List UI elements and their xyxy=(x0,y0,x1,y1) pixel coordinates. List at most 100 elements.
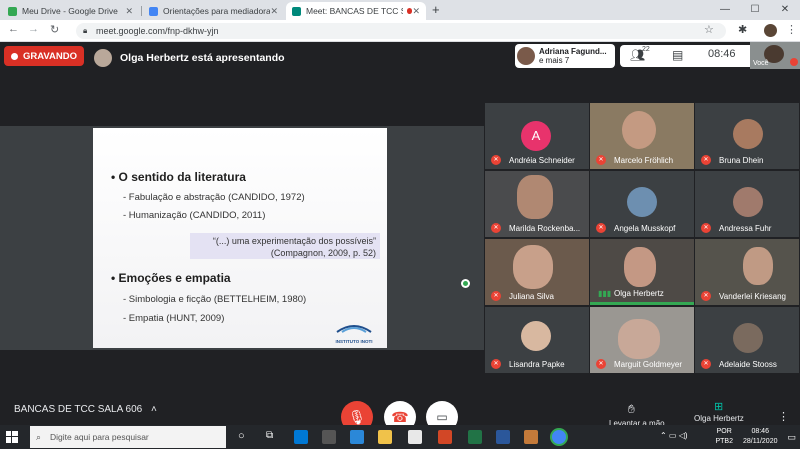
system-tray-icons[interactable]: ⌃ ▭ ◁) xyxy=(660,431,688,440)
close-icon[interactable]: ✕ xyxy=(125,6,133,17)
address-bar-row: ← → ↻ 🔒︎ meet.google.com/fnp-dkhw-yjn ☆ … xyxy=(0,20,800,42)
raise-hand-button[interactable]: ✋︎ xyxy=(628,402,635,417)
tab-meet[interactable]: Meet: BANCAS DE TCC SALA ✕ xyxy=(286,2,426,20)
participant-avatar xyxy=(733,187,763,217)
notifications-icon[interactable]: ▭ xyxy=(787,427,796,447)
windows-taskbar: ⌕ Digite aqui para pesquisar ○ ⧉ ⌃ ▭ ◁) … xyxy=(0,425,800,449)
phone-icon: ☎︎ xyxy=(391,409,409,425)
mail-icon[interactable] xyxy=(350,430,364,444)
participant-video xyxy=(743,247,773,285)
participant-tile[interactable]: ✕ Juliana Silva xyxy=(485,239,589,305)
participant-tile[interactable]: ✕ Marilda Rockenba... xyxy=(485,171,589,237)
url-input[interactable]: 🔒︎ meet.google.com/fnp-dkhw-yjn xyxy=(76,23,726,39)
presenting-label: Olga Herbertz xyxy=(694,414,744,423)
present-now-icon[interactable]: ⊞ xyxy=(714,400,723,413)
mic-off-icon: ✕ xyxy=(701,155,711,165)
mic-off-icon: ✕ xyxy=(701,291,711,301)
tab-title: Meet: BANCAS DE TCC SALA xyxy=(306,6,403,16)
back-icon[interactable]: ← xyxy=(8,23,19,35)
window-controls: — ☐ ✕ xyxy=(710,0,800,20)
meeting-title[interactable]: BANCAS DE TCC SALA 606 ˄ xyxy=(14,404,157,415)
excel-icon[interactable] xyxy=(468,430,482,444)
word-icon[interactable] xyxy=(496,430,510,444)
camera-app-icon[interactable] xyxy=(322,430,336,444)
participant-name: Marcelo Fröhlich xyxy=(614,156,674,165)
minimize-icon[interactable]: — xyxy=(710,0,740,20)
profile-avatar[interactable] xyxy=(764,24,777,37)
participant-tile[interactable]: ✕ Lisandra Papke xyxy=(485,307,589,373)
close-icon[interactable]: ✕ xyxy=(270,6,278,17)
task-view-icon[interactable]: ⧉ xyxy=(266,430,273,441)
notice-name: Adriana Fagund... xyxy=(539,47,607,56)
extensions-icon[interactable]: ✱ xyxy=(738,23,747,36)
join-notice[interactable]: Adriana Fagund... e mais 7 xyxy=(515,44,615,68)
participant-tile[interactable]: ✕ Adelaide Stooss xyxy=(695,307,799,373)
participant-name: Bruna Dhein xyxy=(719,156,764,165)
camera-icon: ▭ xyxy=(436,410,448,424)
mic-off-icon: ✕ xyxy=(491,155,501,165)
maximize-icon[interactable]: ☐ xyxy=(740,0,770,20)
participant-name: Vanderlei Kriesang xyxy=(719,292,787,301)
participant-tile-active-speaker[interactable]: ▮▮▮ Olga Herbertz xyxy=(590,239,694,305)
tab-title: Orientações para mediadoras - D xyxy=(163,6,271,16)
meeting-clock: 08:46 xyxy=(708,48,736,60)
recording-badge: GRAVANDO xyxy=(4,46,85,66)
participant-tile[interactable]: ✕ Marguit Goldmeyer xyxy=(590,307,694,373)
chevron-up-icon: ˄ xyxy=(150,404,157,415)
slide-bullet: - Fabulação e abstração (CANDIDO, 1972) xyxy=(123,192,305,203)
slide-heading-1: • O sentido da literatura xyxy=(111,170,246,184)
mic-off-icon: ✕ xyxy=(491,223,501,233)
edge-icon[interactable] xyxy=(294,430,308,444)
chat-icon[interactable]: ▤ xyxy=(672,48,683,62)
participant-name: Marguit Goldmeyer xyxy=(614,360,683,369)
slide-heading-2: • Emoções e empatia xyxy=(111,271,231,285)
presenter-banner: Olga Herbertz está apresentando xyxy=(94,49,285,67)
url-text: meet.google.com/fnp-dkhw-yjn xyxy=(96,26,219,36)
participant-tile[interactable]: ✕ Marcelo Fröhlich xyxy=(590,103,694,169)
tab-orientacoes[interactable]: Orientações para mediadoras - D ✕ xyxy=(143,2,284,20)
star-icon[interactable]: ☆ xyxy=(704,23,714,36)
google-drive-icon xyxy=(8,6,17,16)
participant-tile[interactable]: ✕ Angela Musskopf xyxy=(590,171,694,237)
mic-off-icon: ✕ xyxy=(491,291,501,301)
participant-tile[interactable]: A ✕ Andréia Schneider xyxy=(485,103,589,169)
participant-tile[interactable]: ✕ Vanderlei Kriesang xyxy=(695,239,799,305)
new-tab-button[interactable]: + xyxy=(432,2,440,17)
windows-start-icon[interactable] xyxy=(6,431,18,443)
participant-tile[interactable]: ✕ Andressa Fuhr xyxy=(695,171,799,237)
participant-name: Marilda Rockenba... xyxy=(509,224,581,233)
keyboard-layout: PTB2 xyxy=(715,438,733,445)
participants-count: 22 xyxy=(642,46,650,53)
slide-quote: “(...) uma experimentação dos possíveis”… xyxy=(190,233,380,259)
institute-logo: INSTITUTO INOTI xyxy=(333,320,375,344)
close-window-icon[interactable]: ✕ xyxy=(770,0,800,20)
menu-icon[interactable]: ⋮ xyxy=(786,23,797,36)
slide-bullet: - Empatia (HUNT, 2009) xyxy=(123,313,225,324)
taskbar-search-input[interactable]: ⌕ Digite aqui para pesquisar xyxy=(30,426,226,448)
participant-avatar xyxy=(521,321,551,351)
participant-name: Olga Herbertz xyxy=(614,289,664,298)
notepad-icon[interactable] xyxy=(408,430,422,444)
tab-google-drive[interactable]: Meu Drive - Google Drive ✕ xyxy=(2,2,139,20)
mic-off-icon: ✕ xyxy=(596,223,606,233)
more-options-icon[interactable]: ⋮ xyxy=(778,410,789,423)
participant-video xyxy=(622,111,656,149)
self-view-tile[interactable]: Você xyxy=(750,42,800,69)
reload-icon[interactable]: ↻ xyxy=(50,23,59,36)
system-clock[interactable]: POR PTB2 08:46 28/11/2020 ▭ xyxy=(715,427,796,447)
taskbar-date: 28/11/2020 xyxy=(742,438,778,445)
photos-icon[interactable] xyxy=(524,430,538,444)
participant-name: Andréia Schneider xyxy=(509,156,575,165)
avatar-initial: A xyxy=(521,121,551,151)
close-icon[interactable]: ✕ xyxy=(412,6,420,17)
chrome-icon[interactable] xyxy=(552,430,566,444)
tab-title: Meu Drive - Google Drive xyxy=(22,6,118,16)
cortana-icon[interactable]: ○ xyxy=(238,430,245,442)
file-explorer-icon[interactable] xyxy=(378,430,392,444)
forward-icon[interactable]: → xyxy=(28,23,39,35)
mic-off-icon: ✕ xyxy=(701,359,711,369)
powerpoint-icon[interactable] xyxy=(438,430,452,444)
participant-tile[interactable]: ✕ Bruna Dhein xyxy=(695,103,799,169)
notice-more: e mais 7 xyxy=(539,56,570,65)
lock-icon: 🔒︎ xyxy=(83,26,88,35)
